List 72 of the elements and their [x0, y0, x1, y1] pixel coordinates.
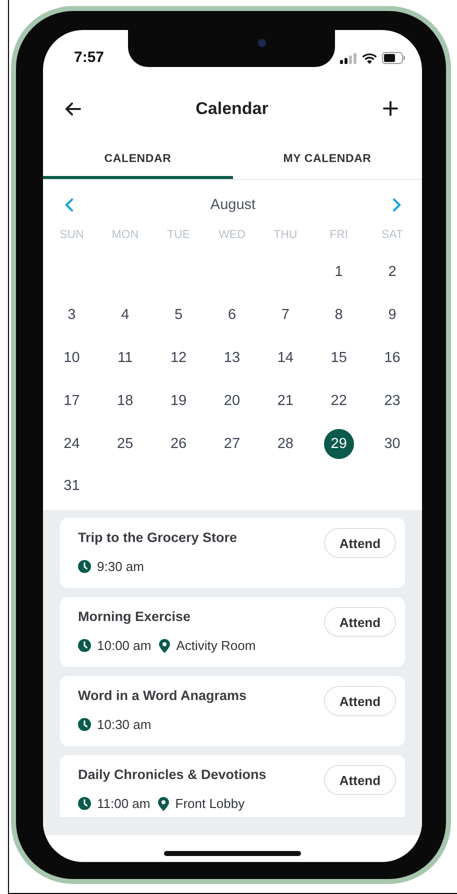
- weekday-label: THU: [274, 228, 298, 240]
- calendar-day[interactable]: 27: [216, 428, 247, 459]
- clock-icon: [78, 560, 91, 573]
- event-location: Activity Room: [176, 638, 256, 653]
- event-card[interactable]: Morning Exercise 10:00 am Activity Room Attend: [60, 597, 405, 667]
- calendar-day[interactable]: 6: [216, 300, 247, 330]
- weekday-label: WED: [218, 228, 246, 240]
- calendar-day[interactable]: 9: [377, 300, 408, 330]
- calendar-day[interactable]: 11: [110, 342, 140, 373]
- add-icon[interactable]: [383, 101, 398, 116]
- weekday-label: SUN: [60, 228, 84, 240]
- location-pin-icon: [158, 796, 170, 810]
- location-pin-icon: [159, 638, 170, 652]
- battery-icon: [382, 52, 406, 64]
- calendar-day[interactable]: 29: [324, 428, 354, 459]
- calendar-day[interactable]: 21: [270, 386, 300, 416]
- calendar-day[interactable]: 2: [377, 257, 408, 288]
- attend-button[interactable]: Attend: [324, 528, 396, 558]
- calendar-day[interactable]: 30: [377, 428, 408, 459]
- month-name: August: [210, 197, 256, 213]
- calendar-day[interactable]: 3: [56, 300, 87, 330]
- calendar-day[interactable]: 14: [270, 342, 300, 373]
- calendar-day[interactable]: 25: [110, 428, 140, 459]
- attend-button[interactable]: Attend: [324, 765, 396, 795]
- calendar-day[interactable]: 12: [164, 342, 194, 373]
- event-title: Word in a Word Anagrams: [78, 688, 247, 703]
- wifi-icon: [362, 52, 377, 64]
- event-card[interactable]: Trip to the Grocery Store 9:30 am Attend: [60, 518, 405, 588]
- calendar-day[interactable]: 19: [164, 386, 194, 416]
- status-time: 7:57: [74, 49, 104, 66]
- calendar-day[interactable]: 1: [324, 257, 354, 288]
- calendar-day[interactable]: 16: [377, 342, 408, 373]
- calendar-day[interactable]: 22: [324, 386, 354, 416]
- calendar-day[interactable]: 10: [56, 342, 87, 373]
- calendar-day[interactable]: 15: [324, 342, 354, 373]
- weekday-label: TUE: [167, 228, 190, 240]
- event-time: 11:00 am: [97, 796, 150, 811]
- event-card[interactable]: Daily Chronicles & Devotions 11:00 am Front Lobby Attend: [60, 755, 405, 817]
- event-time: 10:30 am: [97, 717, 152, 732]
- event-title: Morning Exercise: [78, 609, 192, 624]
- calendar-day[interactable]: 13: [216, 342, 247, 373]
- clock-icon: [78, 718, 91, 731]
- previous-month-icon[interactable]: [64, 198, 74, 212]
- calendar-day[interactable]: 26: [164, 428, 194, 459]
- calendar-day[interactable]: 28: [270, 428, 300, 459]
- clock-icon: [78, 639, 91, 652]
- weekday-label: FRI: [330, 228, 348, 240]
- next-month-icon[interactable]: [392, 198, 402, 212]
- calendar-day[interactable]: 31: [56, 471, 87, 502]
- back-arrow-icon[interactable]: [65, 102, 81, 116]
- page-title: Calendar: [196, 98, 268, 118]
- calendar-day[interactable]: 7: [270, 300, 300, 330]
- calendar-day[interactable]: 8: [324, 300, 354, 330]
- calendar-day[interactable]: 17: [56, 386, 87, 416]
- event-card[interactable]: Word in a Word Anagrams 10:30 am Attend: [60, 676, 405, 746]
- attend-button[interactable]: Attend: [324, 686, 396, 716]
- calendar-day[interactable]: 23: [377, 386, 408, 416]
- calendar-day[interactable]: 4: [110, 300, 140, 330]
- calendar-day[interactable]: 5: [164, 300, 194, 330]
- weekday-label: MON: [112, 228, 139, 240]
- calendar-day[interactable]: 20: [216, 386, 247, 416]
- calendar-day[interactable]: 18: [110, 386, 140, 416]
- calendar-day[interactable]: 24: [56, 428, 87, 459]
- event-title: Trip to the Grocery Store: [78, 530, 238, 545]
- event-time: 9:30 am: [97, 559, 144, 574]
- attend-button[interactable]: Attend: [324, 607, 396, 637]
- signal-icon: [340, 52, 357, 64]
- clock-icon: [78, 797, 91, 810]
- event-time: 10:00 am: [97, 638, 152, 653]
- weekday-label: SAT: [382, 228, 404, 240]
- event-location: Front Lobby: [175, 796, 245, 811]
- event-title: Daily Chronicles & Devotions: [78, 767, 266, 782]
